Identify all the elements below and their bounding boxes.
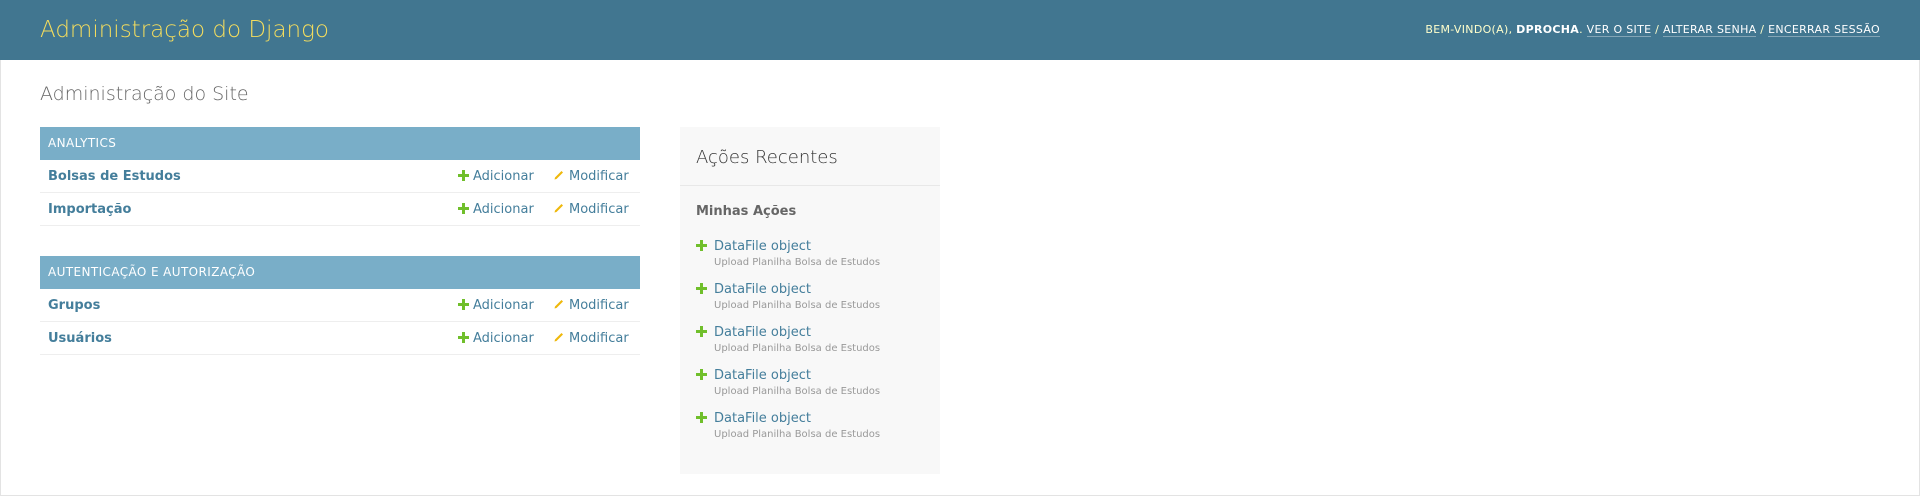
change-label: Modificar <box>569 298 629 313</box>
pencil-icon <box>554 333 563 342</box>
model-row-usuarios: Usuários Adicionar Modificar <box>40 322 640 355</box>
add-label: Adicionar <box>473 169 534 184</box>
separator: / <box>1760 23 1765 36</box>
plus-icon <box>696 283 707 294</box>
add-label: Adicionar <box>473 202 534 217</box>
model-link[interactable]: Grupos <box>48 298 100 313</box>
action-content-type: Upload Planilha Bolsa de Estudos <box>714 343 881 354</box>
model-link[interactable]: Usuários <box>48 331 112 346</box>
recent-action-item: DataFile object Upload Planilha Bolsa de… <box>696 325 926 361</box>
divider <box>680 185 940 186</box>
welcome-text: BEM-VINDO(A), <box>1425 23 1513 36</box>
recent-actions-title: Ações Recentes <box>696 147 838 168</box>
plus-icon <box>696 369 707 380</box>
plus-icon <box>458 299 469 310</box>
recent-action-item: DataFile object Upload Planilha Bolsa de… <box>696 282 926 318</box>
action-content-type: Upload Planilha Bolsa de Estudos <box>714 300 881 311</box>
logout-link[interactable]: ENCERRAR SESSÃO <box>1768 23 1880 37</box>
action-content-type: Upload Planilha Bolsa de Estudos <box>714 386 881 397</box>
action-content-type: Upload Planilha Bolsa de Estudos <box>714 257 881 268</box>
change-label: Modificar <box>569 169 629 184</box>
plus-icon <box>458 170 469 181</box>
model-row-bolsas: Bolsas de Estudos Adicionar Modificar <box>40 160 640 193</box>
action-object-link[interactable]: DataFile object <box>714 325 811 340</box>
add-link[interactable]: Adicionar <box>458 169 534 184</box>
action-object-link[interactable]: DataFile object <box>714 411 811 426</box>
add-label: Adicionar <box>473 298 534 313</box>
action-object-link[interactable]: DataFile object <box>714 239 811 254</box>
model-row-importacao: Importação Adicionar Modificar <box>40 193 640 226</box>
plus-icon <box>696 326 707 337</box>
plus-icon <box>696 412 707 423</box>
change-link[interactable]: Modificar <box>553 169 629 184</box>
plus-icon <box>696 240 707 251</box>
page-title: Administração do Site <box>40 83 249 105</box>
action-content-type: Upload Planilha Bolsa de Estudos <box>714 429 881 440</box>
action-object-link[interactable]: DataFile object <box>714 282 811 297</box>
pencil-icon <box>554 171 563 180</box>
pencil-icon <box>554 300 563 309</box>
site-branding[interactable]: Administração do Django <box>40 17 329 43</box>
module-caption[interactable]: ANALYTICS <box>40 127 640 160</box>
view-site-link[interactable]: VER O SITE <box>1586 23 1652 37</box>
change-link[interactable]: Modificar <box>553 202 629 217</box>
module-auth: AUTENTICAÇÃO E AUTORIZAÇÃO Grupos Adicio… <box>40 256 640 355</box>
add-label: Adicionar <box>473 331 534 346</box>
plus-icon <box>458 203 469 214</box>
separator: / <box>1655 23 1660 36</box>
action-object-link[interactable]: DataFile object <box>714 368 811 383</box>
change-label: Modificar <box>569 331 629 346</box>
add-link[interactable]: Adicionar <box>458 202 534 217</box>
change-label: Modificar <box>569 202 629 217</box>
change-link[interactable]: Modificar <box>553 331 629 346</box>
username: DPROCHA <box>1516 23 1580 36</box>
recent-action-item: DataFile object Upload Planilha Bolsa de… <box>696 368 926 404</box>
add-link[interactable]: Adicionar <box>458 298 534 313</box>
module-analytics: ANALYTICS Bolsas de Estudos Adicionar Mo… <box>40 127 640 226</box>
recent-action-item: DataFile object Upload Planilha Bolsa de… <box>696 411 926 447</box>
plus-icon <box>458 332 469 343</box>
add-link[interactable]: Adicionar <box>458 331 534 346</box>
recent-action-item: DataFile object Upload Planilha Bolsa de… <box>696 239 926 275</box>
site-header: Administração do Django BEM-VINDO(A), DP… <box>0 0 1920 60</box>
my-actions-heading: Minhas Ações <box>696 204 797 219</box>
module-caption[interactable]: AUTENTICAÇÃO E AUTORIZAÇÃO <box>40 256 640 289</box>
page-frame <box>0 0 1920 496</box>
change-password-link[interactable]: ALTERAR SENHA <box>1662 23 1757 37</box>
user-tools: BEM-VINDO(A), DPROCHA. VER O SITE / ALTE… <box>1425 23 1880 37</box>
model-row-grupos: Grupos Adicionar Modificar <box>40 289 640 322</box>
model-link[interactable]: Importação <box>48 202 131 217</box>
pencil-icon <box>554 204 563 213</box>
change-link[interactable]: Modificar <box>553 298 629 313</box>
recent-actions-panel: Ações Recentes Minhas Ações DataFile obj… <box>680 127 940 474</box>
model-link[interactable]: Bolsas de Estudos <box>48 169 181 184</box>
